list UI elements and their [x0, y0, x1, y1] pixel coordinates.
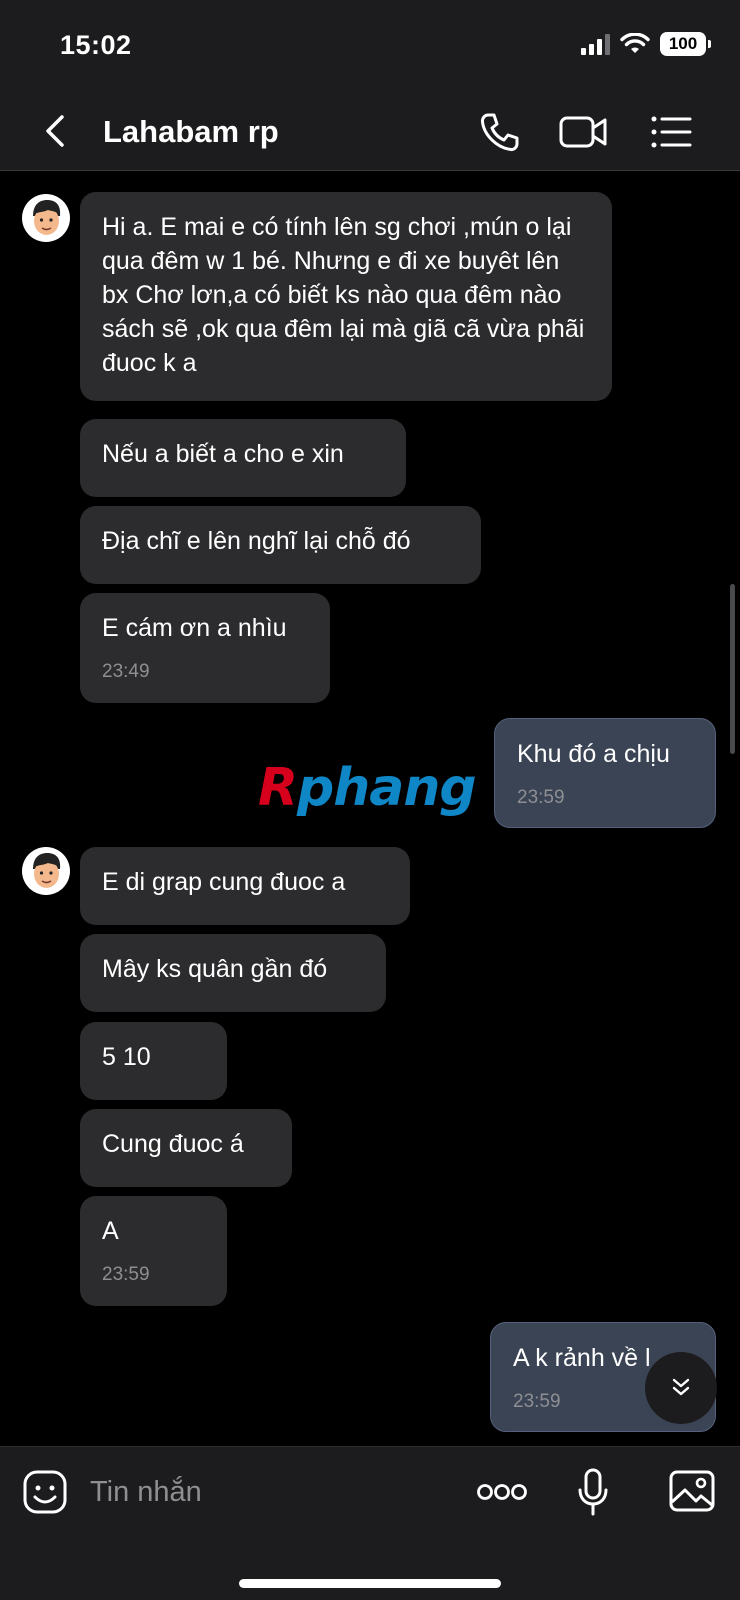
menu-list-icon[interactable]: [646, 107, 696, 157]
cartoon-face-avatar-icon: [33, 853, 61, 888]
message-text: 5 10: [102, 1043, 151, 1071]
incoming-message[interactable]: A 23:59: [80, 1196, 227, 1306]
microphone-icon[interactable]: [576, 1467, 610, 1517]
incoming-message[interactable]: Nếu a biết a cho e xin: [80, 419, 406, 497]
battery-indicator: 100: [660, 32, 711, 56]
status-time: 15:02: [60, 30, 132, 60]
incoming-message[interactable]: 5 10: [80, 1022, 227, 1100]
message-timestamp: 23:49: [102, 661, 150, 682]
status-icons: 100: [581, 32, 711, 56]
contact-avatar[interactable]: [22, 847, 70, 895]
incoming-message[interactable]: Cung đuoc á: [80, 1109, 292, 1187]
message-text: E di grap cung đuoc a: [102, 868, 346, 896]
message-text: Mây ks quân gần đó: [102, 955, 328, 983]
wifi-icon: [620, 33, 650, 53]
message-text: A: [102, 1217, 119, 1245]
double-chevron-down-icon: [672, 1378, 690, 1396]
phone-call-icon[interactable]: [474, 107, 524, 157]
cartoon-face-avatar-icon: [33, 200, 61, 235]
incoming-message[interactable]: Địa chĩ e lên nghĩ lại chỗ đó: [80, 506, 481, 584]
message-text: Địa chĩ e lên nghĩ lại chỗ đó: [102, 527, 411, 555]
scroll-to-bottom-button[interactable]: [645, 1352, 717, 1424]
emoji-sticker-icon[interactable]: [22, 1469, 68, 1515]
video-call-icon[interactable]: [558, 107, 608, 157]
incoming-message[interactable]: Hi a. E mai e có tính lên sg chơi ,mún o…: [80, 192, 612, 401]
contact-name[interactable]: Lahabam rp: [103, 114, 279, 150]
scrollbar-thumb[interactable]: [730, 584, 735, 754]
watermark-logo: Rphang: [258, 758, 477, 818]
status-bar: 15:02 100: [0, 0, 740, 95]
image-gallery-icon[interactable]: [668, 1469, 716, 1513]
contact-avatar[interactable]: [22, 194, 70, 242]
message-composer: [0, 1446, 740, 1600]
chat-header: Lahabam rp: [0, 95, 740, 171]
message-timestamp: 23:59: [102, 1264, 150, 1285]
incoming-message[interactable]: E cám ơn a nhìu 23:49: [80, 593, 330, 703]
message-text: Cung đuoc á: [102, 1130, 244, 1158]
incoming-message[interactable]: E di grap cung đuoc a: [80, 847, 410, 925]
message-text: Khu đó a chịu: [517, 740, 670, 768]
more-options-icon[interactable]: [476, 1475, 528, 1509]
message-text: E cám ơn a nhìu: [102, 614, 287, 642]
message-timestamp: 23:59: [517, 787, 565, 808]
outgoing-message[interactable]: Khu đó a chịu 23:59: [494, 718, 716, 828]
message-text: Hi a. E mai e có tính lên sg chơi ,mún o…: [102, 213, 585, 377]
chat-messages[interactable]: Hi a. E mai e có tính lên sg chơi ,mún o…: [0, 172, 740, 1446]
back-chevron-icon[interactable]: [36, 109, 76, 153]
cellular-signal-icon: [581, 33, 610, 55]
incoming-message[interactable]: Mây ks quân gần đó: [80, 934, 386, 1012]
message-input[interactable]: [90, 1469, 440, 1515]
message-text: Nếu a biết a cho e xin: [102, 440, 344, 468]
home-indicator: [239, 1579, 501, 1588]
